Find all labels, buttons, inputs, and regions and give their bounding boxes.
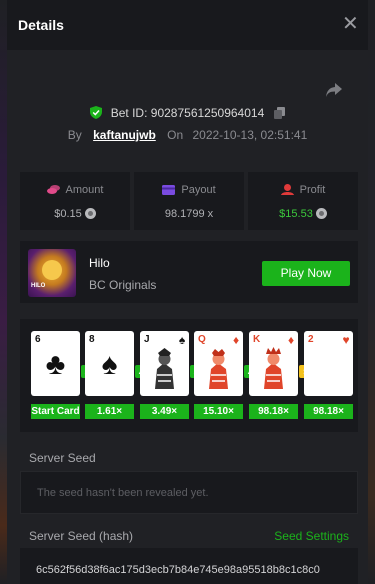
game-provider: BC Originals xyxy=(89,278,157,292)
background-strip-left xyxy=(0,0,7,584)
spade-suit-icon: ♠ xyxy=(101,348,118,381)
card-multiplier: 1.61× xyxy=(85,404,134,419)
stat-amount: Amount $0.15 xyxy=(20,172,130,230)
card-rank: Q xyxy=(198,334,206,345)
card-rank: 6 xyxy=(35,334,41,345)
stat-profit: Profit $15.53 xyxy=(248,172,358,230)
playing-card: 6 ♣ ▲ xyxy=(31,331,94,396)
bet-id-row: Bet ID: 90287561250964014 xyxy=(7,106,368,122)
verified-shield-icon xyxy=(90,106,103,122)
server-seed-hash-label: Server Seed (hash) xyxy=(29,529,134,543)
bet-author-row: By kaftanujwb On 2022-10-13, 02:51:41 xyxy=(7,128,368,142)
server-seed-placeholder: The seed hasn't been revealed yet. xyxy=(37,487,209,499)
share-icon[interactable] xyxy=(325,82,343,98)
card-multiplier: 3.49× xyxy=(140,404,189,419)
server-seed-field: The seed hasn't been revealed yet. xyxy=(20,471,358,514)
stat-payout-value: 98.1799 x xyxy=(164,208,214,220)
bet-id-label: Bet ID: xyxy=(110,106,148,120)
bet-timestamp: 2022-10-13, 02:51:41 xyxy=(192,128,308,142)
modal-header: Details ✕ xyxy=(7,0,368,50)
stat-payout: Payout 98.1799 x xyxy=(134,172,244,230)
game-thumbnail[interactable]: HILO xyxy=(28,249,76,297)
queen-figure-icon xyxy=(209,349,228,389)
server-seed-hash-field[interactable]: 6c562f56d38f6ac175d3ecb7b84e745e98a95518… xyxy=(20,548,358,584)
game-name: Hilo xyxy=(89,256,110,270)
server-seed-hash-value: 6c562f56d38f6ac175d3ecb7b84e745e98a95518… xyxy=(36,564,320,576)
card-rank: 2 xyxy=(308,334,314,345)
username-link[interactable]: kaftanujwb xyxy=(93,128,156,142)
bet-id-value: 90287561250964014 xyxy=(150,106,265,120)
card-rank: J xyxy=(144,334,150,345)
jack-figure-icon xyxy=(155,348,174,389)
seed-settings-link[interactable]: Seed Settings xyxy=(274,529,349,543)
bet-stats: Amount $0.15 Payout 98.1799 x Profit $15… xyxy=(20,172,358,230)
playing-card: 8 ♠ ▲ xyxy=(85,331,148,396)
card-multiplier: 15.10× xyxy=(194,404,243,419)
card-multiplier: 98.18× xyxy=(249,404,298,419)
club-suit-icon: ♣ xyxy=(45,348,66,381)
king-figure-icon xyxy=(264,347,283,389)
currency-coin-icon xyxy=(84,208,96,219)
stat-payout-label: Payout xyxy=(181,184,216,196)
card-rank: K xyxy=(253,334,261,345)
stat-profit-label: Profit xyxy=(299,184,326,196)
background-strip-right xyxy=(368,0,375,584)
currency-coin-icon xyxy=(315,208,327,219)
modal-title: Details xyxy=(18,17,64,33)
playing-card: J ♠ ▲ xyxy=(140,331,203,396)
playing-card: 2 ♥ xyxy=(304,331,353,396)
playing-card: K ♦ » xyxy=(249,331,312,396)
game-card: HILO Hilo BC Originals Play Now xyxy=(20,241,358,303)
close-icon[interactable]: ✕ xyxy=(342,13,359,35)
payout-card-icon xyxy=(162,185,176,198)
stat-amount-value: $0.15 xyxy=(54,208,82,220)
stat-profit-value: $15.53 xyxy=(279,208,313,220)
copy-icon[interactable] xyxy=(273,107,285,122)
server-seed-label: Server Seed xyxy=(29,451,96,465)
play-now-button[interactable]: Play Now xyxy=(262,261,350,286)
bet-details-modal: Details ✕ Bet ID: 90287561250964014 By k… xyxy=(7,0,368,584)
stat-amount-label: Amount xyxy=(65,184,104,196)
on-label: On xyxy=(167,128,184,142)
coins-icon xyxy=(46,184,60,198)
card-rank: 8 xyxy=(89,334,95,345)
card-history: 6 ♣ ▲ 8 ♠ ▲ J ♠ ▲ Q ♦ ▲ K ♦ » 2 ♥ xyxy=(20,319,358,432)
game-thumbnail-label: HILO xyxy=(31,283,46,289)
card-multiplier: 98.18× xyxy=(304,404,353,419)
by-label: By xyxy=(67,128,82,142)
heart-suit-icon: ♥ xyxy=(342,333,350,347)
playing-card: Q ♦ ▲ xyxy=(194,331,257,396)
profit-icon xyxy=(280,184,294,198)
card-multiplier: Start Card xyxy=(31,404,80,419)
